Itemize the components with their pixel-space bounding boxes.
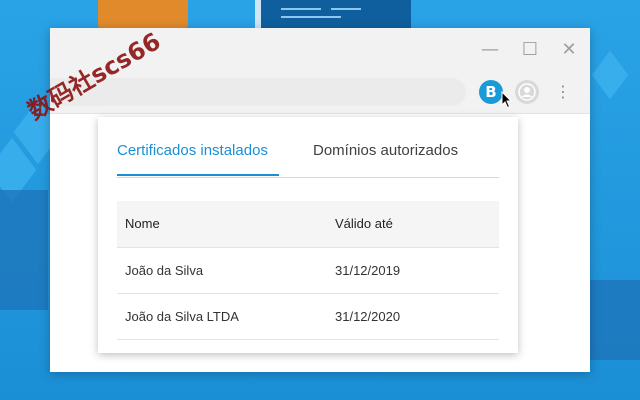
column-header-nome[interactable]: Nome xyxy=(125,201,160,247)
tab-dominios-autorizados[interactable]: Domínios autorizados xyxy=(313,142,458,160)
background-block xyxy=(590,280,640,360)
background-block xyxy=(0,190,48,310)
browser-toolbar: B ⋮ xyxy=(50,73,590,114)
table-row[interactable]: João da Silva LTDA 31/12/2020 xyxy=(117,294,499,340)
extension-popup: Certificados instalados Domínios autoriz… xyxy=(98,117,518,353)
certificate-expiry: 31/12/2020 xyxy=(335,309,401,324)
certificate-name: João da Silva LTDA xyxy=(125,309,239,324)
table-row[interactable]: João da Silva 31/12/2019 xyxy=(117,248,499,294)
maximize-icon[interactable]: ☐ xyxy=(520,40,540,60)
column-header-valido-ate[interactable]: Válido até xyxy=(335,201,393,247)
active-tab-indicator xyxy=(117,174,279,176)
popup-tabs: Certificados instalados Domínios autoriz… xyxy=(117,117,499,178)
certificate-expiry: 31/12/2019 xyxy=(335,263,401,278)
tab-certificados-instalados[interactable]: Certificados instalados xyxy=(117,142,268,160)
certificates-table: Nome Válido até João da Silva 31/12/2019… xyxy=(117,201,499,340)
extension-b-icon[interactable]: B xyxy=(479,80,503,104)
kebab-menu-icon[interactable]: ⋮ xyxy=(555,81,571,103)
mouse-cursor-icon xyxy=(501,91,513,109)
minimize-icon[interactable]: — xyxy=(480,40,500,60)
certificate-name: João da Silva xyxy=(125,263,204,278)
background-monitor xyxy=(255,0,411,30)
profile-icon[interactable] xyxy=(515,80,539,104)
close-icon[interactable]: ✕ xyxy=(559,40,579,60)
background-cube xyxy=(591,50,629,100)
table-header: Nome Válido até xyxy=(117,201,499,248)
